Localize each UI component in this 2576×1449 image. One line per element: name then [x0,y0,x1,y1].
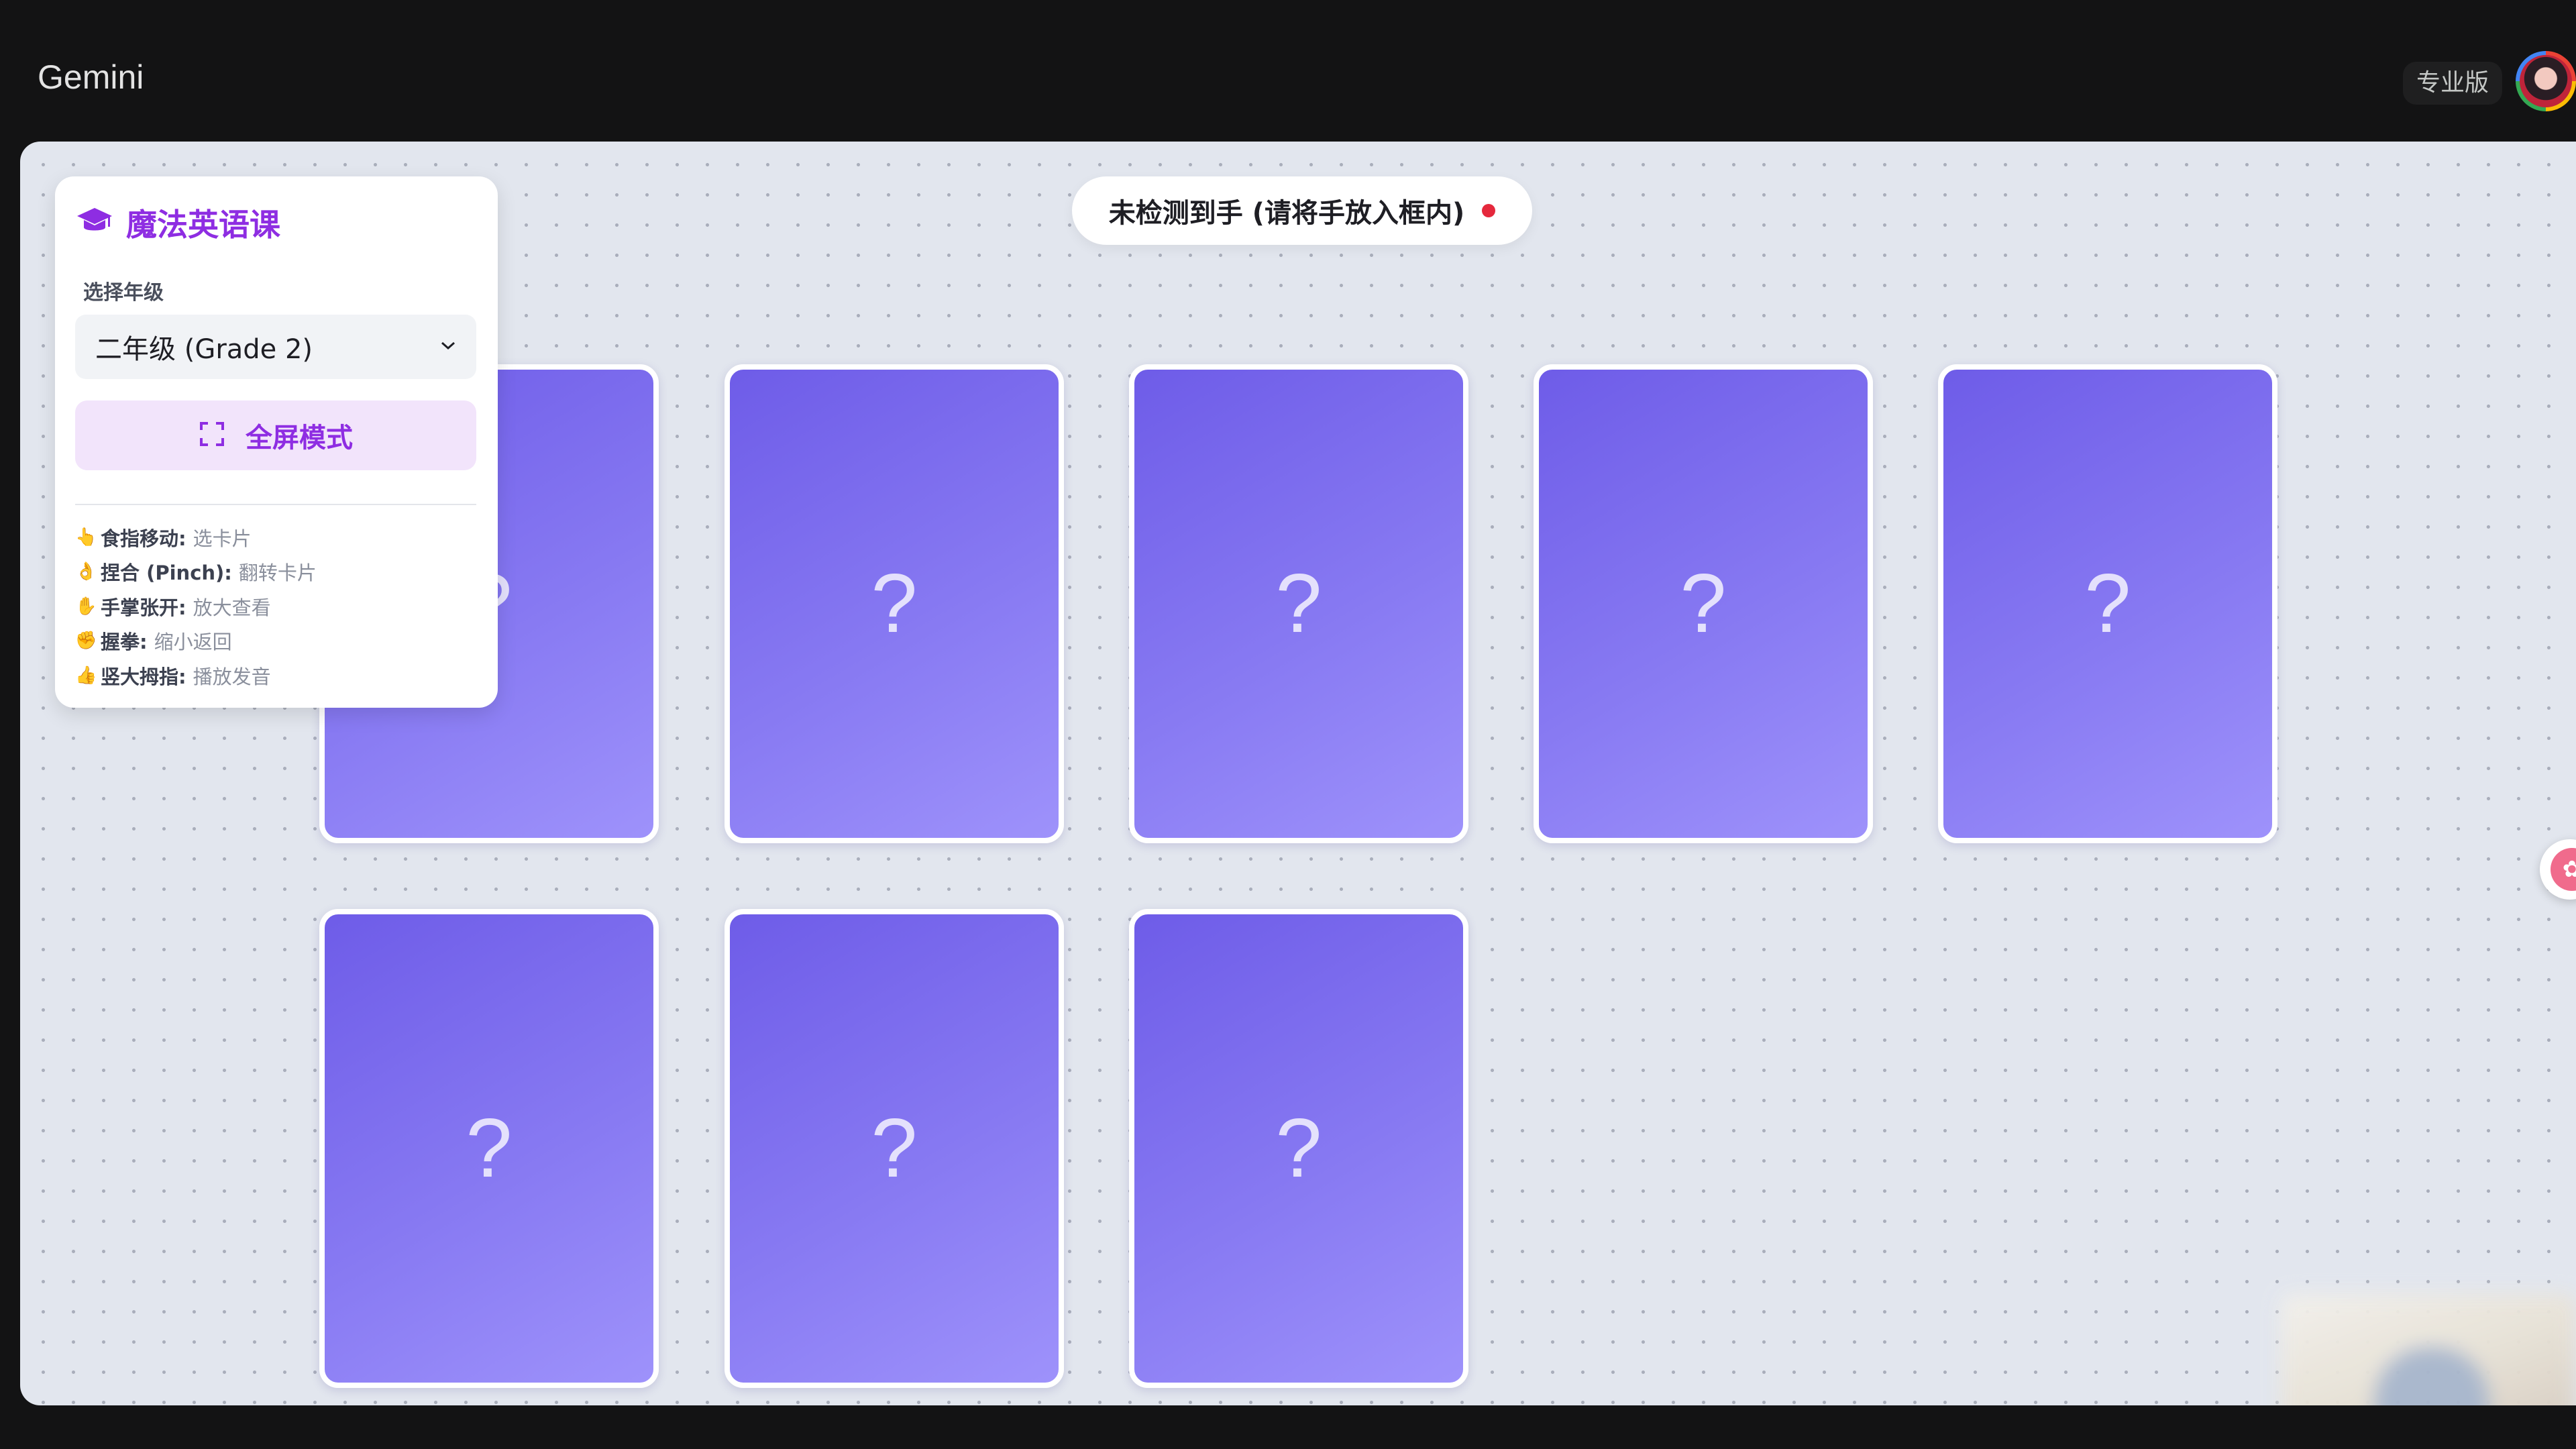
word-card[interactable]: ? [1534,364,1873,843]
word-card[interactable]: ? [724,909,1064,1388]
gesture-item: ✋ 手掌张开: 放大查看 [75,589,484,624]
graduation-cap-icon [76,207,113,239]
grade-label: 选择年级 [83,281,164,305]
word-card[interactable]: ? [1129,909,1468,1388]
avatar-image [2520,55,2572,107]
status-dot-icon [1482,204,1496,217]
app-canvas: ? ? ? ? ? ? ? ? 未检测到手 (请将手放入框内) [20,142,2576,1405]
fullscreen-button[interactable]: 全屏模式 [75,400,476,470]
status-text: 未检测到手 (请将手放入框内) [1108,198,1465,229]
avatar[interactable] [2516,51,2576,111]
gesture-item: 👌 捏合 (Pinch): 翻转卡片 [75,555,484,590]
gesture-description: 选卡片 [193,527,252,550]
panel-header: 魔法英语课 [76,201,280,245]
fullscreen-label: 全屏模式 [246,423,353,453]
gesture-name: 捏合 (Pinch): [101,561,232,585]
grade-selected-value: 二年级 (Grade 2) [95,334,313,365]
gesture-item: ✊ 握拳: 缩小返回 [75,624,484,659]
gesture-description: 放大查看 [193,596,271,619]
panel-title: 魔法英语课 [126,207,280,243]
card-question-mark: ? [2084,557,2131,650]
fist-icon: ✊ [75,631,97,651]
card-question-mark: ? [871,1102,918,1195]
gesture-item: 👍 竖大拇指: 播放发音 [75,658,484,693]
gesture-name: 食指移动: [101,527,186,550]
word-card[interactable]: ? [1938,364,2277,843]
card-question-mark: ? [1275,557,1322,650]
control-panel: 魔法英语课 选择年级 二年级 (Grade 2) 全屏模式 👆 食指移动: 选卡… [55,176,498,708]
hand-detection-status: 未检测到手 (请将手放入框内) [1072,176,1532,245]
gesture-item: 👆 食指移动: 选卡片 [75,520,484,555]
top-bar: Gemini 专业版 [0,0,2576,141]
sparkle-icon: ✿ [2551,848,2576,891]
gesture-description: 翻转卡片 [238,561,317,585]
word-card[interactable]: ? [319,909,659,1388]
card-question-mark: ? [1275,1102,1322,1195]
pro-badge[interactable]: 专业版 [2403,62,2502,105]
word-card[interactable]: ? [1129,364,1468,843]
card-question-mark: ? [871,557,918,650]
grade-select[interactable]: 二年级 (Grade 2) [75,315,476,379]
app-title: Gemini [38,58,144,96]
thumbs-up-icon: 👍 [75,665,97,686]
card-question-mark: ? [1680,557,1727,650]
open-hand-icon: ✋ [75,596,97,616]
gesture-name: 竖大拇指: [101,665,186,688]
word-card[interactable]: ? [724,364,1064,843]
pointing-finger-icon: 👆 [75,527,97,547]
divider [75,504,476,505]
chevron-down-icon [440,340,456,354]
gesture-guide: 👆 食指移动: 选卡片 👌 捏合 (Pinch): 翻转卡片 ✋ 手掌张开: 放… [75,520,484,693]
ok-hand-icon: 👌 [75,561,97,582]
camera-preview [2281,1294,2576,1405]
side-action-button[interactable]: ✿ [2540,839,2576,900]
gesture-description: 播放发音 [193,665,271,688]
gesture-name: 握拳: [101,631,148,654]
card-question-mark: ? [466,1102,513,1195]
gesture-name: 手掌张开: [101,596,186,619]
gesture-description: 缩小返回 [154,631,232,654]
camera-person-image [2375,1348,2489,1405]
fullscreen-icon [199,421,225,450]
